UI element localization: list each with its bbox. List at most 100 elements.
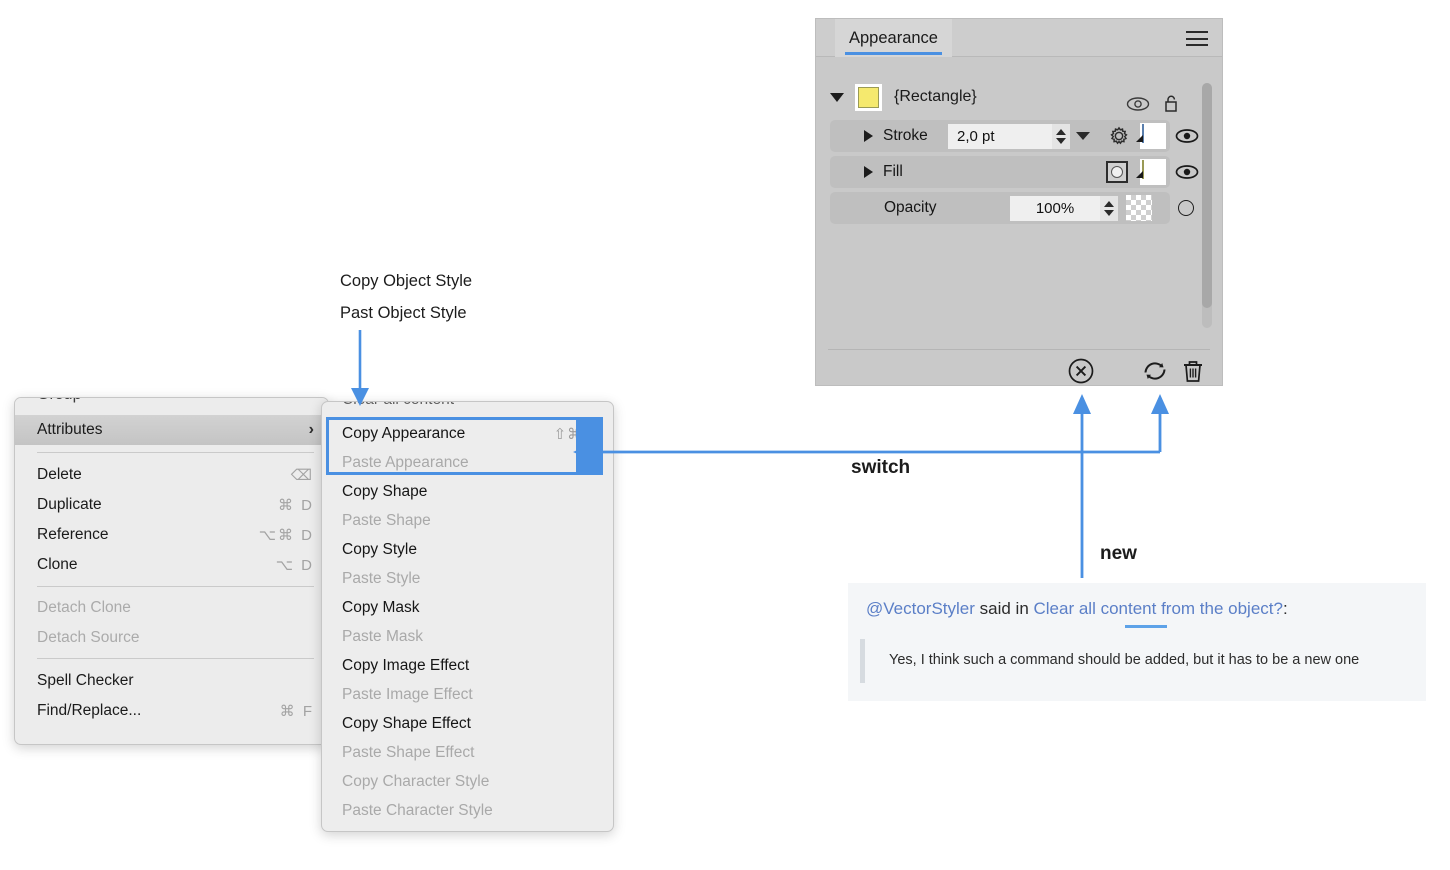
root-swatch-fill	[858, 86, 879, 108]
menu-item-clone[interactable]: Clone ⌥ D	[15, 550, 328, 580]
menu-item-detach-clone: Detach Clone	[15, 593, 328, 623]
quote-topic-link[interactable]: Clear all content from the object?	[1034, 599, 1283, 618]
menu-item-reference[interactable]: Reference ⌥⌘ D	[15, 520, 328, 550]
submenu-item-copy-image-effect[interactable]: Copy Image Effect	[322, 651, 613, 680]
submenu-item-paste-shape: Paste Shape	[322, 506, 613, 535]
fill-label: Fill	[883, 163, 903, 180]
tab-active-underline	[845, 52, 942, 55]
panel-titlebar: Appearance	[816, 19, 1222, 57]
eye-icon[interactable]	[1126, 96, 1150, 112]
menu-item-shortcut: ⌫	[290, 467, 314, 484]
submenu-item-label: Copy Appearance	[342, 424, 466, 442]
context-menu: Group Attributes › Delete ⌫ Duplicate ⌘ …	[14, 397, 329, 745]
stroke-label: Stroke	[883, 127, 928, 144]
opacity-label: Opacity	[884, 199, 937, 216]
submenu-item-label: Paste Appearance	[342, 453, 469, 471]
appearance-row-fill[interactable]: Fill	[830, 156, 1199, 188]
menu-item-find-replace[interactable]: Find/Replace... ⌘ F	[15, 696, 328, 726]
fill-type-circle	[1111, 166, 1123, 178]
menu-separator	[37, 452, 314, 453]
quote-header: @VectorStyler said in Clear all content …	[866, 597, 1408, 621]
circle-icon[interactable]	[1178, 200, 1194, 216]
panel-scrollbar[interactable]	[1202, 83, 1212, 328]
appearance-row-opacity[interactable]: Opacity 100%	[830, 192, 1194, 224]
menu-item-detach-source: Detach Source	[15, 623, 328, 653]
fill-swatch-fill	[1142, 160, 1144, 179]
menu-item-duplicate[interactable]: Duplicate ⌘ D	[15, 490, 328, 520]
menu-item-label: Delete	[37, 466, 82, 483]
chevron-right-icon[interactable]	[864, 130, 873, 142]
submenu-item-label: Copy Image Effect	[342, 656, 470, 674]
tab-appearance[interactable]: Appearance	[835, 19, 952, 57]
submenu-item-copy-style[interactable]: Copy Style	[322, 535, 613, 564]
opacity-input[interactable]: 100%	[1010, 195, 1100, 221]
submenu-item-copy-shape[interactable]: Copy Shape	[322, 477, 613, 506]
submenu-item-copy-mask[interactable]: Copy Mask	[322, 593, 613, 622]
menu-item-shortcut: ⌥ D	[275, 557, 314, 574]
submenu-item-label: Paste Style	[342, 569, 421, 587]
circle-x-icon[interactable]	[1064, 355, 1098, 387]
menu-item-label: Clone	[37, 556, 78, 573]
appearance-row-stroke[interactable]: Stroke 2,0 pt	[830, 120, 1199, 152]
eye-icon[interactable]	[1175, 164, 1199, 180]
submenu-item-label: Copy Mask	[342, 598, 420, 616]
menu-item-delete[interactable]: Delete ⌫	[15, 460, 328, 490]
stroke-swatch-fill	[1142, 124, 1144, 143]
quote-username[interactable]: @VectorStyler	[866, 599, 975, 618]
submenu-item-label: Paste Shape	[342, 511, 431, 529]
menu-item-spell-checker[interactable]: Spell Checker	[15, 666, 328, 696]
panel-scrollbar-thumb[interactable]	[1202, 83, 1212, 308]
menu-separator	[37, 658, 314, 659]
submenu-item-copy-character-style: Copy Character Style	[322, 767, 613, 796]
gear-icon[interactable]	[1108, 125, 1130, 147]
opacity-stepper[interactable]	[1100, 195, 1118, 221]
refresh-icon[interactable]	[1138, 355, 1172, 387]
quote-colon: :	[1282, 599, 1288, 618]
menu-item-label: Duplicate	[37, 496, 102, 513]
stroke-color-swatch[interactable]	[1140, 123, 1166, 149]
submenu-item-copy-shape-effect[interactable]: Copy Shape Effect	[322, 709, 613, 738]
chevron-down-icon[interactable]	[830, 92, 844, 102]
submenu-clipped-item: Clear all content	[322, 402, 613, 416]
hamburger-line	[1186, 31, 1208, 33]
submenu-item-label: Copy Shape	[342, 482, 428, 500]
clipped-item-label: Clear all content	[342, 402, 454, 409]
fill-color-swatch[interactable]	[1140, 159, 1166, 185]
clipped-item-label: Group	[37, 398, 81, 404]
root-color-swatch[interactable]	[855, 83, 882, 111]
hamburger-line	[1186, 37, 1208, 40]
arrow-switch	[573, 394, 1169, 461]
submenu-item-copy-appearance[interactable]: Copy Appearance ⇧⌘C	[322, 419, 613, 448]
stepper-down-icon	[1056, 137, 1066, 144]
appearance-panel: Appearance {Rectangle} Stroke 2,0 pt Fil…	[815, 18, 1223, 386]
trash-icon[interactable]	[1176, 355, 1210, 387]
menu-item-label: Detach Clone	[37, 599, 131, 616]
quote-said-in: said in	[974, 599, 1034, 618]
menu-item-label: Detach Source	[37, 629, 140, 646]
arrow-copy-paste-object-style	[351, 330, 369, 406]
annotation-switch: switch	[851, 457, 911, 478]
submenu-item-paste-image-effect: Paste Image Effect	[322, 680, 613, 709]
hamburger-icon[interactable]	[1186, 31, 1208, 46]
unlock-icon[interactable]	[1161, 93, 1181, 113]
context-menu-clipped-item: Group	[15, 398, 328, 407]
fill-type-icon[interactable]	[1106, 161, 1128, 183]
quote-topic-underline	[1125, 625, 1167, 628]
screenshot-canvas: Appearance {Rectangle} Stroke 2,0 pt Fil…	[0, 0, 1450, 870]
menu-item-label: Find/Replace...	[37, 702, 142, 719]
menu-item-label: Reference	[37, 526, 109, 543]
stepper-up-icon	[1056, 128, 1066, 135]
submenu-item-label: Paste Shape Effect	[342, 743, 475, 761]
submenu-item-label: Paste Mask	[342, 627, 423, 645]
chevron-right-icon[interactable]	[864, 166, 873, 178]
eye-icon[interactable]	[1175, 128, 1199, 144]
stroke-width-input[interactable]: 2,0 pt	[948, 123, 1052, 149]
menu-item-attributes[interactable]: Attributes ›	[15, 415, 328, 445]
stepper-up-icon	[1104, 200, 1114, 207]
panel-footer-divider	[828, 349, 1210, 350]
submenu-item-label: Copy Character Style	[342, 772, 490, 790]
stroke-width-stepper[interactable]	[1052, 123, 1070, 149]
menu-item-shortcut: ⌥⌘ D	[258, 527, 314, 544]
stroke-unit-dropdown-icon[interactable]	[1076, 132, 1090, 140]
opacity-transparency-swatch[interactable]	[1126, 195, 1152, 221]
